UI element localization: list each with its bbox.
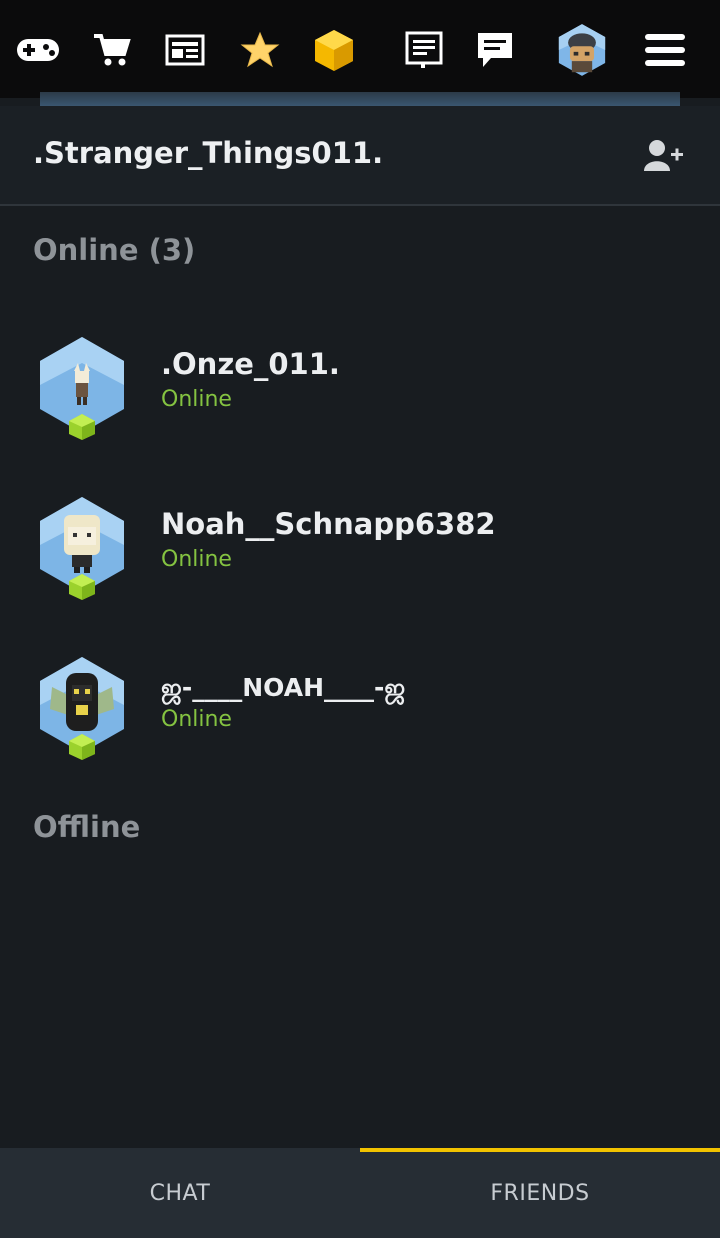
friend-list-item[interactable]: .Onze_011. Online [0,337,720,457]
gamepad-icon[interactable] [13,22,63,78]
tab-chat[interactable]: CHAT [0,1148,360,1238]
friend-avatar [38,657,126,761]
cart-icon[interactable] [87,22,137,78]
friend-list-item[interactable]: Noah__Schnapp6382 Online [0,497,720,617]
friend-name: Noah__Schnapp6382 [161,507,496,541]
top-navigation-bar [0,0,720,98]
add-user-icon [644,140,684,178]
cube-icon[interactable] [309,22,359,78]
friend-name: .Onze_011. [161,347,340,381]
friend-avatar [38,497,126,601]
friend-list-item[interactable]: ஜ-____NOAH____-ஜ Online [0,657,720,777]
banner-strip [40,92,680,106]
friend-status: Online [161,547,232,572]
online-cube-icon [68,733,96,765]
friend-avatar [38,337,126,441]
friend-status: Online [161,387,232,412]
active-tab-indicator [360,1148,720,1152]
news-icon[interactable] [160,22,210,78]
online-cube-icon [68,413,96,445]
online-cube-icon [68,573,96,605]
profile-avatar[interactable] [557,22,607,78]
chat-header: .Stranger_Things011. [0,106,720,206]
chat-icon[interactable] [470,22,520,78]
current-user-name: .Stranger_Things011. [33,136,384,170]
online-section-heading: Online (3) [33,233,196,267]
offline-section-heading: Offline [33,810,141,844]
star-icon[interactable] [235,22,285,78]
friend-name: ஜ-____NOAH____-ஜ [161,673,406,702]
notes-icon[interactable] [399,22,449,78]
friend-status: Online [161,707,232,732]
tab-friends[interactable]: FRIENDS [360,1148,720,1238]
add-friend-button[interactable] [644,138,684,174]
bottom-tab-bar: CHAT FRIENDS [0,1148,720,1238]
menu-icon[interactable] [640,22,690,78]
